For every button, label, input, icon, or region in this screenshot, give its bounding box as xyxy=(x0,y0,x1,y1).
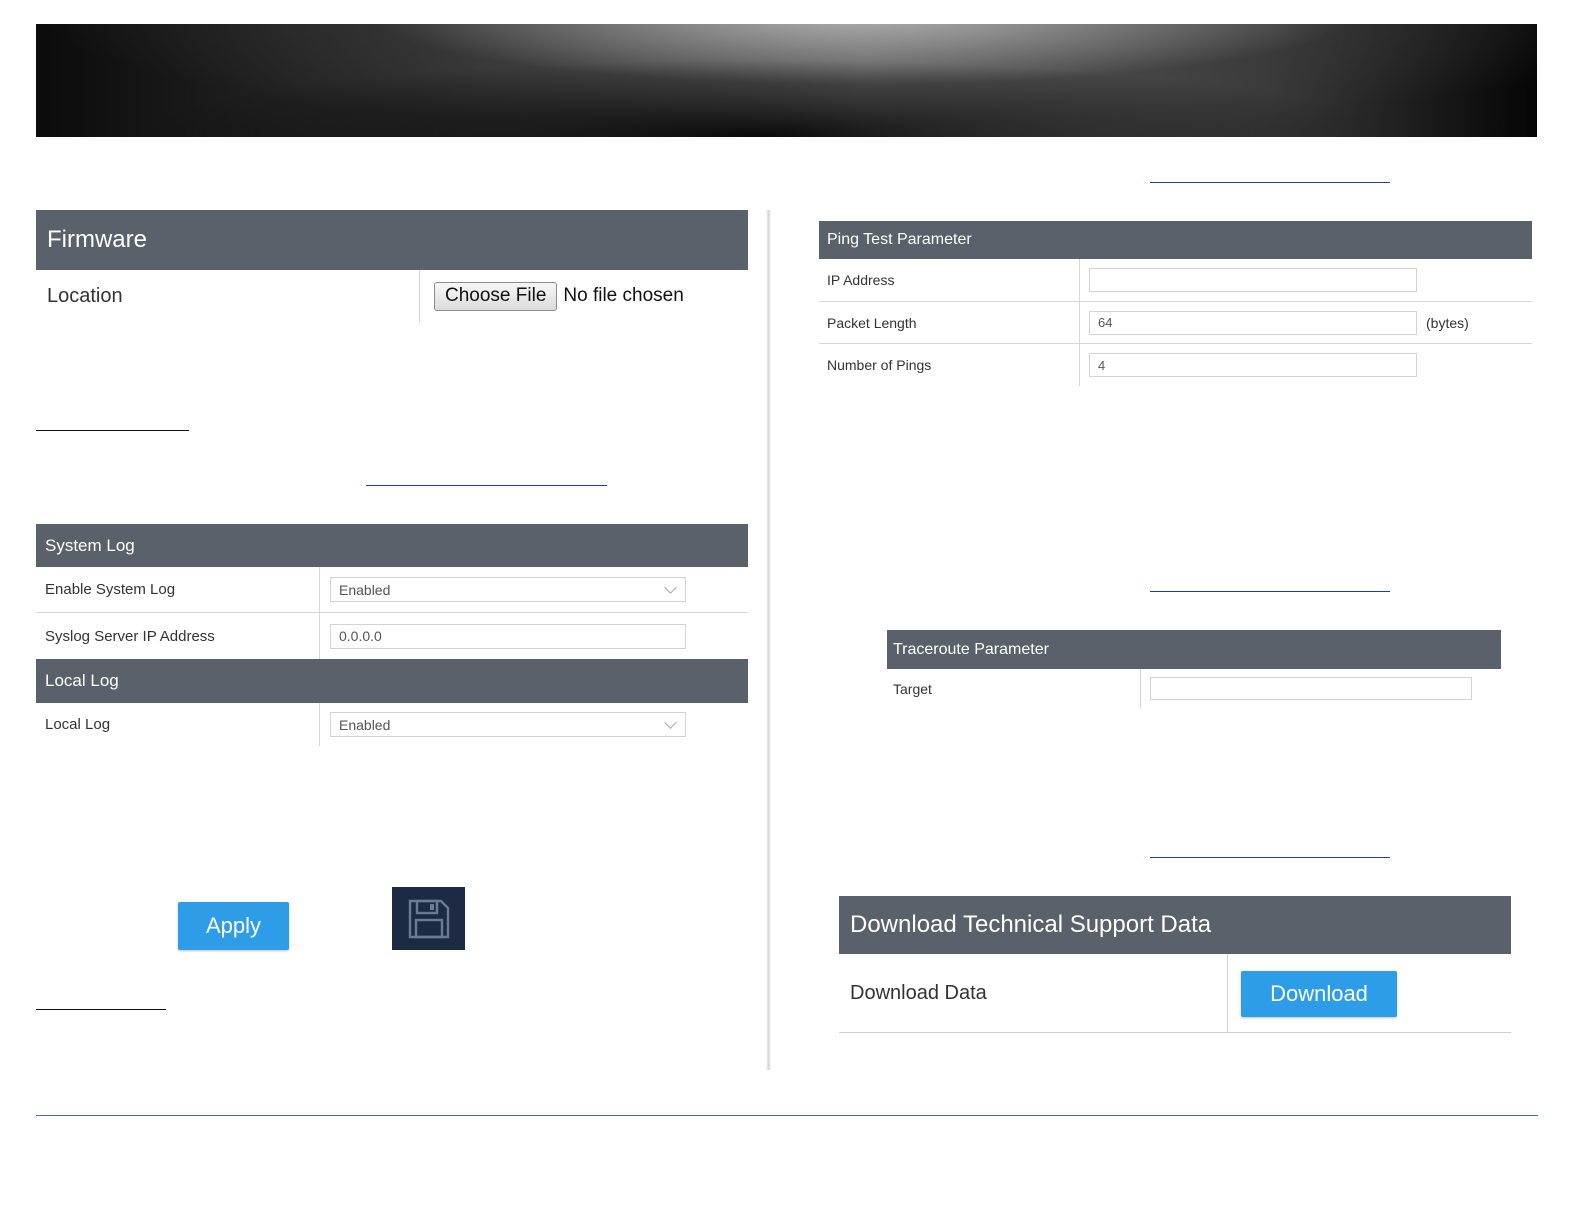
save-button[interactable] xyxy=(392,887,465,950)
syslog-server-input[interactable]: 0.0.0.0 xyxy=(330,623,686,649)
ip-address-cell xyxy=(1080,259,1532,301)
target-row: Target xyxy=(887,669,1501,708)
target-input[interactable] xyxy=(1150,677,1472,700)
enable-system-log-label-text: Enable System Log xyxy=(45,581,176,598)
local-log-row: Local Log Enabled xyxy=(36,703,748,746)
firmware-panel: Firmware Location Choose File No file ch… xyxy=(36,210,748,322)
local-log-header: Local Log xyxy=(36,659,748,703)
heading-underline xyxy=(36,430,189,431)
syslog-server-cell: 0.0.0.0 xyxy=(320,613,748,659)
firmware-header: Firmware xyxy=(36,210,748,270)
link-underline xyxy=(1150,591,1390,592)
no-file-text: No file chosen xyxy=(563,285,684,306)
syslog-server-label-text: Syslog Server IP Address xyxy=(45,627,215,645)
local-log-select[interactable]: Enabled xyxy=(330,712,686,737)
packet-length-input[interactable]: 64 xyxy=(1089,310,1417,335)
link-underline xyxy=(1150,857,1390,858)
enable-system-log-row: Enable System Log Enabled xyxy=(36,567,748,613)
ip-address-row: IP Address xyxy=(819,259,1532,302)
ip-address-label: IP Address xyxy=(819,259,1080,301)
packet-length-cell: 64 (bytes) xyxy=(1080,302,1532,343)
packet-length-label-text: Packet Length xyxy=(827,314,917,331)
apply-button[interactable]: Apply xyxy=(178,902,289,950)
system-log-panel: System Log Enable System Log Enabled Sys… xyxy=(36,524,748,746)
choose-file-button[interactable]: Choose File xyxy=(434,281,558,311)
target-label: Target xyxy=(887,669,1141,708)
local-log-cell: Enabled xyxy=(320,703,748,746)
system-log-title: System Log xyxy=(45,535,135,555)
firmware-title: Firmware xyxy=(47,226,147,253)
download-data-label: Download Data xyxy=(839,954,1228,1032)
ip-address-input[interactable] xyxy=(1089,268,1417,292)
system-log-header: System Log xyxy=(36,524,748,567)
number-of-pings-row: Number of Pings 4 xyxy=(819,344,1532,386)
enable-system-log-label: Enable System Log xyxy=(36,567,320,612)
local-log-label: Local Log xyxy=(36,703,320,746)
ping-test-panel: Ping Test Parameter IP Address Packet Le… xyxy=(819,221,1532,386)
number-of-pings-label-text: Number of Pings xyxy=(827,357,932,373)
local-log-label-text: Local Log xyxy=(45,716,111,733)
support-data-title: Download Technical Support Data xyxy=(850,911,1212,938)
traceroute-panel: Traceroute Parameter Target xyxy=(887,630,1501,708)
download-button-label: Download xyxy=(1270,981,1368,1006)
column-divider xyxy=(766,210,771,1070)
location-label-text: Location xyxy=(47,284,123,307)
syslog-server-row: Syslog Server IP Address 0.0.0.0 xyxy=(36,613,748,659)
chevron-down-icon xyxy=(664,716,677,729)
ping-test-title: Ping Test Parameter xyxy=(827,231,972,248)
ip-address-label-text: IP Address xyxy=(827,272,895,288)
link-underline xyxy=(366,485,607,486)
number-of-pings-label: Number of Pings xyxy=(819,344,1080,386)
ping-test-header: Ping Test Parameter xyxy=(819,221,1532,259)
traceroute-title: Traceroute Parameter xyxy=(893,640,1049,658)
traceroute-header: Traceroute Parameter xyxy=(887,630,1501,669)
location-label: Location xyxy=(36,270,420,322)
syslog-server-label: Syslog Server IP Address xyxy=(36,613,320,659)
support-data-panel: Download Technical Support Data Download… xyxy=(839,896,1511,1033)
local-log-title: Local Log xyxy=(45,671,119,690)
target-cell xyxy=(1141,669,1501,708)
packet-length-row: Packet Length 64 (bytes) xyxy=(819,302,1532,344)
heading-underline xyxy=(36,1009,166,1010)
header-banner xyxy=(36,24,1537,137)
download-button[interactable]: Download xyxy=(1241,971,1397,1017)
syslog-server-value: 0.0.0.0 xyxy=(339,628,382,644)
target-label-text: Target xyxy=(893,680,932,697)
enable-system-log-value: Enabled xyxy=(339,581,391,598)
floppy-disk-icon xyxy=(408,899,450,939)
footer-divider xyxy=(36,1115,1538,1116)
number-of-pings-value: 4 xyxy=(1098,357,1106,373)
support-data-header: Download Technical Support Data xyxy=(839,896,1511,954)
packet-length-value: 64 xyxy=(1098,315,1113,330)
enable-system-log-cell: Enabled xyxy=(320,567,748,612)
file-picker: Choose File No file chosen xyxy=(420,270,748,322)
packet-length-unit: (bytes) xyxy=(1426,314,1469,331)
download-data-label-text: Download Data xyxy=(850,981,987,1004)
number-of-pings-cell: 4 xyxy=(1080,344,1532,386)
firmware-location-row: Location Choose File No file chosen xyxy=(36,270,748,322)
apply-button-label: Apply xyxy=(205,913,262,938)
link-underline xyxy=(1150,182,1390,183)
chevron-down-icon xyxy=(664,581,677,594)
packet-length-label: Packet Length xyxy=(819,302,1080,343)
download-data-row: Download Data xyxy=(839,954,1511,1033)
number-of-pings-input[interactable]: 4 xyxy=(1089,353,1417,377)
enable-system-log-select[interactable]: Enabled xyxy=(330,577,686,602)
local-log-value: Enabled xyxy=(339,716,391,733)
